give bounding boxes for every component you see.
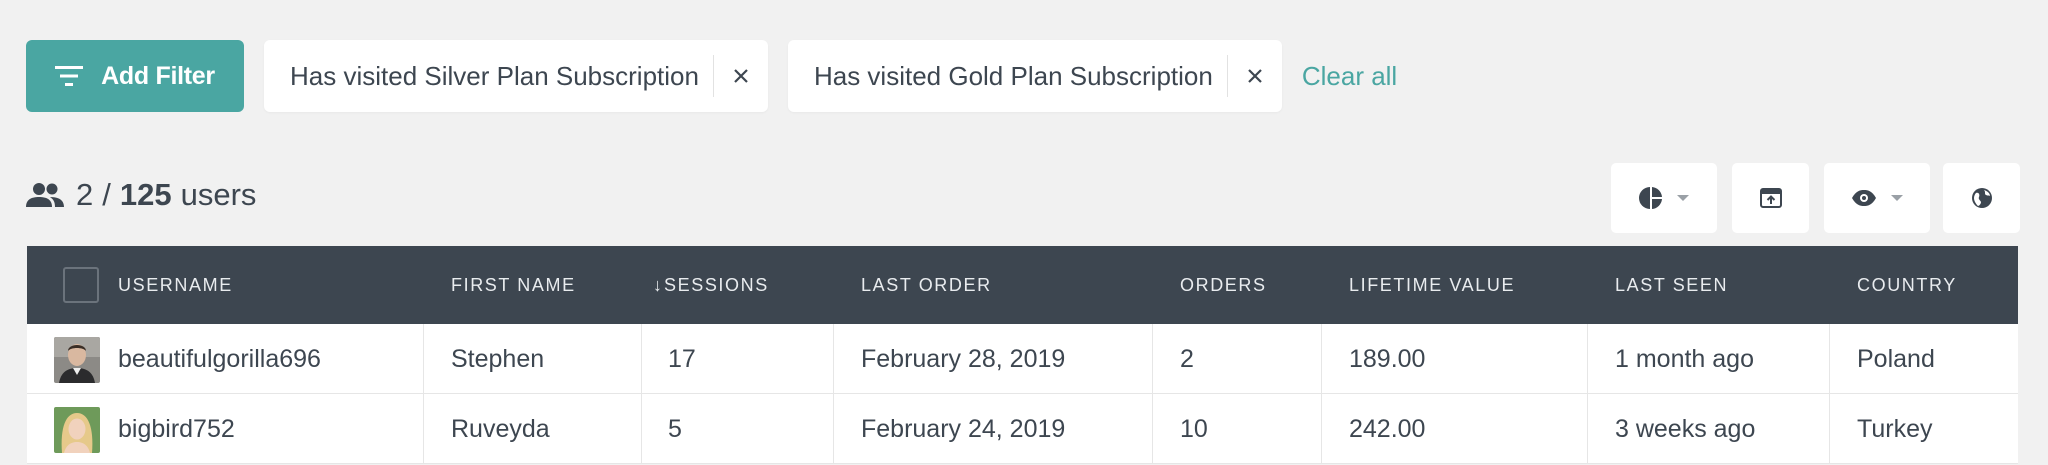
- filter-chip-label: Has visited Silver Plan Subscription: [290, 60, 699, 91]
- cell-last-order: February 28, 2019: [861, 344, 1066, 373]
- column-divider: [833, 394, 834, 464]
- cell-orders: 2: [1180, 344, 1194, 373]
- chart-type-dropdown[interactable]: [1611, 163, 1717, 233]
- cell-country: Turkey: [1857, 414, 1933, 443]
- cell-lifetime-value: 242.00: [1349, 414, 1426, 443]
- export-icon: [1759, 188, 1782, 208]
- filter-chip-silver[interactable]: Has visited Silver Plan Subscription: [264, 40, 768, 112]
- column-divider: [1829, 324, 1830, 394]
- clear-all-link[interactable]: Clear all: [1302, 61, 1397, 92]
- avatar: [54, 337, 100, 383]
- select-all-checkbox[interactable]: [63, 267, 99, 303]
- column-divider: [641, 394, 642, 464]
- add-filter-label: Add Filter: [101, 61, 215, 90]
- globe-icon: [1971, 188, 1992, 208]
- user-count: 2 / 125 users: [26, 172, 256, 218]
- column-divider: [833, 324, 834, 394]
- avatar: [54, 407, 100, 453]
- cell-first-name: Stephen: [451, 344, 545, 373]
- column-country[interactable]: COUNTRY: [1857, 246, 1957, 324]
- shown-count: 2: [76, 177, 94, 212]
- cell-orders: 10: [1180, 414, 1208, 443]
- column-divider: [1152, 324, 1153, 394]
- cell-username[interactable]: bigbird752: [118, 394, 235, 464]
- filter-chip-gold[interactable]: Has visited Gold Plan Subscription: [787, 40, 1282, 112]
- column-sessions[interactable]: ↓ SESSIONS: [653, 246, 769, 324]
- column-divider: [1321, 394, 1322, 464]
- column-sessions-label: SESSIONS: [664, 274, 769, 295]
- column-first-name[interactable]: FIRST NAME: [451, 246, 576, 324]
- table-header: USERNAME FIRST NAME ↓ SESSIONS LAST ORDE…: [27, 246, 2018, 324]
- column-last-order[interactable]: LAST ORDER: [861, 246, 992, 324]
- count-unit: users: [180, 177, 257, 212]
- eye-icon: [1852, 190, 1876, 206]
- table-row[interactable]: beautifulgorilla696 Stephen 17 February …: [27, 324, 2018, 394]
- column-lifetime-value[interactable]: LIFETIME VALUE: [1349, 246, 1515, 324]
- chevron-down-icon: [1891, 195, 1903, 201]
- cell-first-name: Ruveyda: [451, 414, 550, 443]
- users-icon: [26, 183, 64, 207]
- export-button[interactable]: [1732, 163, 1809, 233]
- users-table: USERNAME FIRST NAME ↓ SESSIONS LAST ORDE…: [27, 246, 2018, 464]
- cell-country: Poland: [1857, 344, 1935, 373]
- cell-last-seen: 3 weeks ago: [1615, 414, 1756, 443]
- remove-filter-button[interactable]: [1228, 40, 1282, 112]
- filter-icon: [55, 66, 84, 86]
- filter-chip-label: Has visited Gold Plan Subscription: [813, 60, 1213, 91]
- total-count: 125: [119, 177, 172, 212]
- column-orders[interactable]: ORDERS: [1180, 246, 1267, 324]
- column-divider: [1829, 394, 1830, 464]
- column-divider: [1587, 394, 1588, 464]
- close-icon: [1248, 69, 1262, 83]
- table-row[interactable]: bigbird752 Ruveyda 5 February 24, 2019 1…: [27, 394, 2018, 464]
- sort-desc-icon: ↓: [653, 274, 662, 295]
- remove-filter-button[interactable]: [714, 40, 768, 112]
- column-username[interactable]: USERNAME: [118, 246, 233, 324]
- column-divider: [641, 324, 642, 394]
- count-separator: /: [102, 177, 111, 212]
- column-divider: [1152, 394, 1153, 464]
- chart-pie-icon: [1639, 187, 1662, 209]
- column-last-seen[interactable]: LAST SEEN: [1615, 246, 1728, 324]
- column-divider: [1587, 324, 1588, 394]
- column-divider: [1321, 324, 1322, 394]
- cell-sessions: 5: [668, 414, 682, 443]
- cell-sessions: 17: [668, 344, 696, 373]
- visibility-dropdown[interactable]: [1824, 163, 1930, 233]
- cell-last-order: February 24, 2019: [861, 414, 1066, 443]
- cell-last-seen: 1 month ago: [1615, 344, 1754, 373]
- column-divider: [423, 324, 424, 394]
- add-filter-button[interactable]: Add Filter: [26, 40, 244, 112]
- close-icon: [734, 69, 748, 83]
- filter-bar: Add Filter Has visited Silver Plan Subsc…: [26, 40, 1397, 112]
- globe-button[interactable]: [1943, 163, 2020, 233]
- column-divider: [423, 394, 424, 464]
- cell-lifetime-value: 189.00: [1349, 344, 1426, 373]
- chevron-down-icon: [1677, 195, 1689, 201]
- cell-username[interactable]: beautifulgorilla696: [118, 324, 321, 394]
